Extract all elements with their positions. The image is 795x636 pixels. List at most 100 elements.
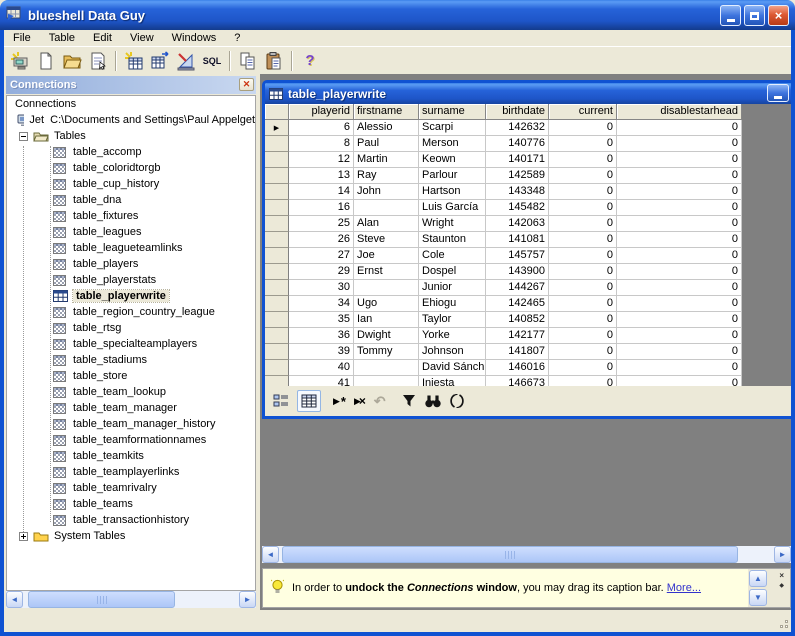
grid-cell[interactable]: 16 (289, 200, 354, 216)
grid-cell[interactable]: Luis García (419, 200, 486, 216)
menu-item-table[interactable]: Table (40, 31, 84, 45)
tree-item-table_teams[interactable]: table_teams (7, 496, 255, 512)
delete-record-icon[interactable]: ▶× (354, 394, 366, 408)
grid-cell[interactable]: 142589 (486, 168, 549, 184)
grid-cell[interactable]: 0 (617, 120, 742, 136)
tree-item-table_dna[interactable]: table_dna (7, 192, 255, 208)
grid-cell[interactable]: Ian (354, 312, 419, 328)
grid-cell[interactable]: 6 (289, 120, 354, 136)
row-selector[interactable] (265, 200, 289, 216)
menu-item-windows[interactable]: Windows (163, 31, 226, 45)
grid-cell[interactable]: 0 (549, 232, 617, 248)
tree-item-table_region_country_league[interactable]: table_region_country_league (7, 304, 255, 320)
scrollbar-thumb[interactable] (28, 591, 175, 608)
grid-cell[interactable]: 140852 (486, 312, 549, 328)
grid-cell[interactable]: 26 (289, 232, 354, 248)
grid-cell[interactable]: Keown (419, 152, 486, 168)
grid-cell[interactable]: Alessio (354, 120, 419, 136)
grid-cell[interactable]: 30 (289, 280, 354, 296)
help-icon[interactable]: ? (298, 50, 322, 72)
grid-cell[interactable]: 35 (289, 312, 354, 328)
grid-cell[interactable]: 0 (549, 328, 617, 344)
grid-column-header[interactable]: surname (419, 104, 486, 120)
grid-cell[interactable]: 0 (549, 376, 617, 386)
grid-cell[interactable]: 0 (617, 360, 742, 376)
tree-item-table_cup_history[interactable]: table_cup_history (7, 176, 255, 192)
grid-cell[interactable]: 0 (617, 136, 742, 152)
grid-cell[interactable]: Hartson (419, 184, 486, 200)
resize-grip-icon[interactable] (776, 616, 789, 629)
grid-cell[interactable]: 0 (617, 232, 742, 248)
grid-cell[interactable]: 140776 (486, 136, 549, 152)
row-selector[interactable] (265, 232, 289, 248)
grid-cell[interactable]: Johnson (419, 344, 486, 360)
grid-cell[interactable]: 41 (289, 376, 354, 386)
grid-cell[interactable]: 39 (289, 344, 354, 360)
scroll-left-icon[interactable]: ◄ (262, 546, 279, 563)
grid-cell[interactable]: 0 (549, 280, 617, 296)
row-selector[interactable] (265, 312, 289, 328)
grid-cell[interactable]: Cole (419, 248, 486, 264)
row-selector[interactable] (265, 216, 289, 232)
tree-item-table_fixtures[interactable]: table_fixtures (7, 208, 255, 224)
grid-cell[interactable]: Alan (354, 216, 419, 232)
tree-item-table_accomp[interactable]: table_accomp (7, 144, 255, 160)
grid-cell[interactable]: Ray (354, 168, 419, 184)
tree-item-jet-connection[interactable]: Jet C:\Documents and Settings\Paul Appel… (7, 112, 255, 128)
row-selector[interactable] (265, 248, 289, 264)
form-view-icon[interactable] (273, 393, 289, 409)
new-file-icon[interactable] (34, 50, 58, 72)
tree-item-table_playerwrite[interactable]: table_playerwrite (7, 288, 255, 304)
collapse-icon[interactable] (19, 132, 28, 141)
row-selector[interactable] (265, 264, 289, 280)
grid-cell[interactable]: 0 (549, 184, 617, 200)
grid-cell[interactable]: 140171 (486, 152, 549, 168)
tree-item-system-tables[interactable]: System Tables (7, 528, 255, 544)
grid-cell[interactable]: 0 (617, 376, 742, 386)
grid-cell[interactable]: 142632 (486, 120, 549, 136)
grid-cell[interactable]: Paul (354, 136, 419, 152)
row-selector[interactable] (265, 280, 289, 296)
grid-cell[interactable]: Merson (419, 136, 486, 152)
mdi-hscrollbar[interactable]: ◄ ► (262, 546, 791, 563)
grid-cell[interactable]: 0 (549, 296, 617, 312)
expand-icon[interactable] (19, 532, 28, 541)
tree-item-table_transactionhistory[interactable]: table_transactionhistory (7, 512, 255, 528)
new-connection-icon[interactable] (8, 50, 32, 72)
grid-cell[interactable]: 142465 (486, 296, 549, 312)
open-icon[interactable] (60, 50, 84, 72)
grid-cell[interactable]: 145757 (486, 248, 549, 264)
grid-cell[interactable]: 0 (549, 200, 617, 216)
grid-cell[interactable]: Ugo (354, 296, 419, 312)
tree-item-table_store[interactable]: table_store (7, 368, 255, 384)
tree-item-table_team_manager[interactable]: table_team_manager (7, 400, 255, 416)
grid-cell[interactable]: 0 (617, 152, 742, 168)
grid-cell[interactable] (354, 376, 419, 386)
close-button[interactable]: × (768, 5, 789, 26)
scroll-right-icon[interactable]: ► (239, 591, 256, 608)
grid-cell[interactable]: 27 (289, 248, 354, 264)
tree-item-tables[interactable]: Tables (7, 128, 255, 144)
grid-cell[interactable]: 0 (617, 312, 742, 328)
grid-cell[interactable]: 0 (549, 168, 617, 184)
grid-column-header[interactable]: firstname (354, 104, 419, 120)
grid-cell[interactable]: Dwight (354, 328, 419, 344)
tree-item-table_specialteamplayers[interactable]: table_specialteamplayers (7, 336, 255, 352)
child-minimize-button[interactable] (767, 84, 789, 102)
grid-cell[interactable]: Tommy (354, 344, 419, 360)
menu-item-help[interactable]: ? (225, 31, 249, 45)
grid-cell[interactable]: 142177 (486, 328, 549, 344)
grid-cell[interactable]: Iniesta (419, 376, 486, 386)
grid-cell[interactable]: 12 (289, 152, 354, 168)
grid-cell[interactable]: 0 (617, 168, 742, 184)
grid-cell[interactable]: Scarpi (419, 120, 486, 136)
grid-cell[interactable]: Joe (354, 248, 419, 264)
grid-column-header[interactable]: disablestarhead (617, 104, 742, 120)
grid-view-icon[interactable] (297, 390, 321, 412)
row-selector[interactable] (265, 136, 289, 152)
menu-item-file[interactable]: File (4, 31, 40, 45)
grid-cell[interactable]: 144267 (486, 280, 549, 296)
grid-cell[interactable] (354, 200, 419, 216)
undo-icon[interactable]: ↶ (374, 393, 386, 410)
grid-cell[interactable]: 146673 (486, 376, 549, 386)
